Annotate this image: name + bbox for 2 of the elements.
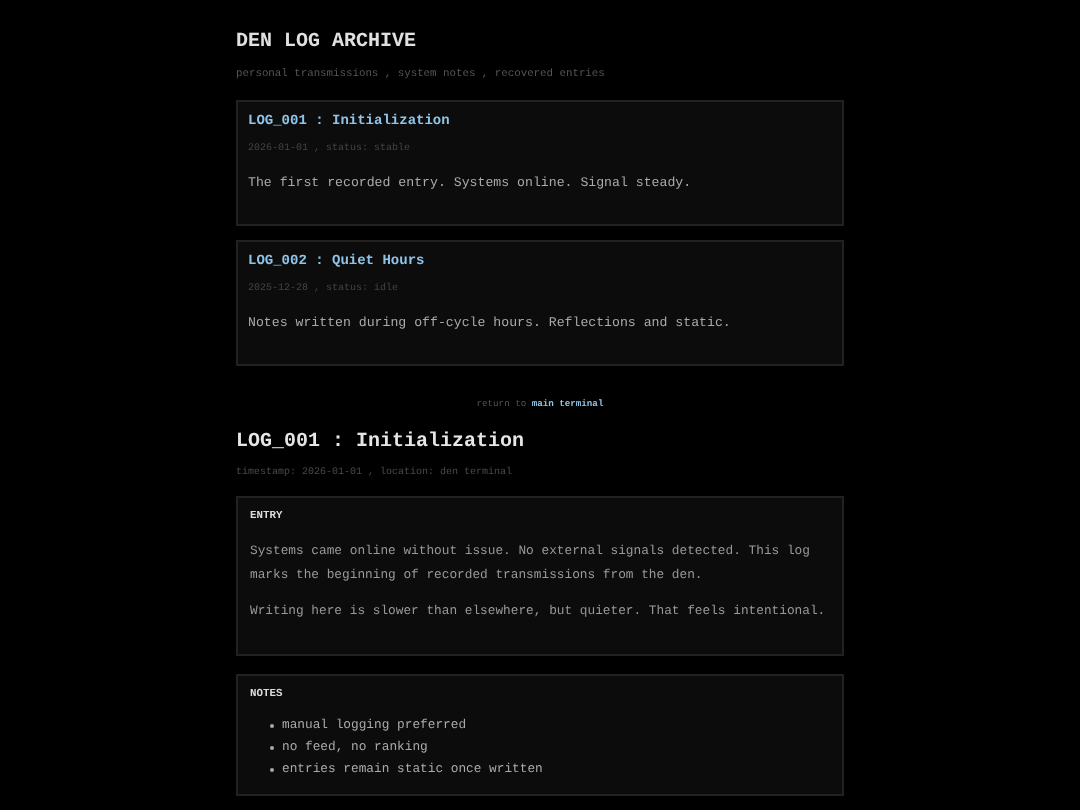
page-title: DEN LOG ARCHIVE [236,32,417,54]
entry-title: LOG_001 : Initialization [236,432,525,454]
